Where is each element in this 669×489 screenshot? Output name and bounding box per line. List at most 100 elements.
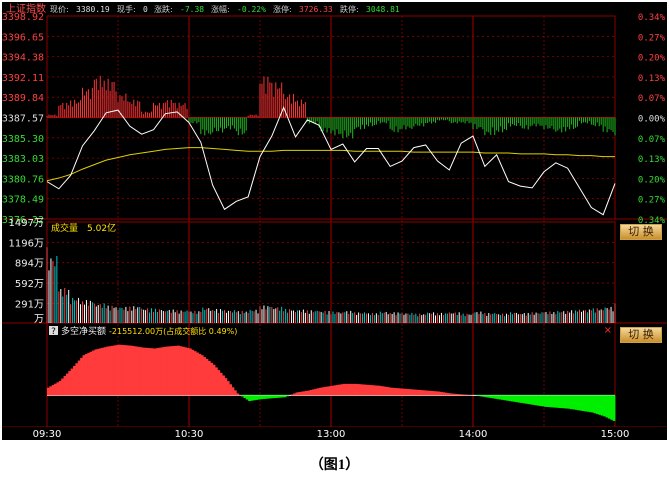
flow-bar	[312, 389, 315, 395]
volume-switch-button[interactable]: 切 换	[620, 224, 662, 240]
volume-y-tick-1: 1196万	[9, 238, 44, 249]
flow-bar	[85, 354, 88, 395]
flow-bar	[433, 391, 436, 395]
flow-bar	[513, 395, 516, 401]
flow-bar	[539, 395, 542, 406]
flow-bar	[111, 346, 114, 395]
flow-bar	[54, 384, 57, 396]
flow-bar	[520, 395, 523, 403]
flow-bar	[303, 391, 306, 395]
flow-bar	[338, 385, 341, 396]
header-value-0: 3380.19	[76, 5, 110, 14]
y-tick-left-2: 3394.38	[2, 53, 44, 64]
caption-left: （图	[310, 457, 338, 473]
flow-bar	[177, 346, 180, 396]
flow-bar	[269, 395, 272, 398]
flow-bar	[402, 389, 405, 396]
y-tick-left-7: 3383.03	[2, 154, 44, 165]
flow-bar	[187, 348, 190, 395]
flow-bar	[220, 373, 223, 396]
flow-bar	[272, 395, 275, 398]
flow-bar	[94, 349, 97, 395]
flow-bar	[490, 395, 493, 398]
flow-bar	[291, 394, 294, 395]
flow-bar	[265, 395, 268, 398]
flow-bar	[156, 348, 159, 395]
flow-bar	[184, 347, 187, 395]
x-tick-0: 09:30	[33, 429, 62, 440]
flow-bar	[376, 386, 379, 396]
flow-bar	[478, 395, 481, 396]
flow-bar	[456, 394, 459, 395]
flow-bar	[613, 395, 616, 421]
flow-bar	[267, 395, 270, 398]
flow-bar	[404, 389, 407, 395]
flow-bar	[563, 395, 566, 408]
flow-bar	[570, 395, 573, 409]
flow-bar	[317, 388, 320, 395]
y-tick-right-2: 0.20%	[638, 54, 666, 64]
flow-bar	[400, 388, 403, 395]
header-label-5: 跌停:	[340, 4, 359, 14]
flow-bar	[56, 382, 59, 395]
flow-bar	[284, 395, 287, 397]
header-label-1: 现手:	[117, 4, 136, 14]
flow-bar	[120, 345, 123, 395]
flow-bar	[61, 379, 64, 396]
flow-bar	[322, 387, 325, 395]
flow-bar	[388, 387, 391, 395]
flow-bar	[189, 349, 192, 396]
flow-bar	[383, 387, 386, 396]
flow-bar	[310, 390, 313, 395]
flow-bar	[305, 391, 308, 395]
flow-bar	[565, 395, 568, 408]
y-tick-right-0: 0.34%	[638, 13, 666, 23]
flow-value: -215512.00万(占成交额比 0.49%)	[109, 326, 237, 336]
flow-bar	[274, 395, 277, 398]
flow-bar	[130, 346, 133, 396]
flow-bar	[116, 345, 119, 395]
flow-bar	[558, 395, 561, 408]
y-tick-left-3: 3392.11	[2, 73, 44, 84]
flow-badge: ?	[51, 327, 56, 337]
flow-bar	[165, 347, 168, 396]
flow-bar	[509, 395, 512, 401]
flow-bar	[345, 384, 348, 395]
flow-bar	[395, 388, 398, 395]
flow-bar	[92, 351, 95, 396]
flow-bar	[511, 395, 514, 401]
volume-title: 成交量	[51, 222, 78, 234]
flow-bar	[75, 363, 78, 395]
volume-y-tick-3: 592万	[15, 279, 44, 290]
flow-bar	[331, 386, 334, 396]
flow-bar	[385, 387, 388, 395]
flow-bar	[168, 346, 171, 395]
flow-bar	[170, 346, 173, 395]
flow-bar	[277, 395, 280, 397]
flow-bar	[172, 346, 175, 395]
flow-bar	[580, 395, 583, 410]
flow-bar	[419, 390, 422, 395]
flow-bar	[551, 395, 554, 407]
flow-bar	[359, 384, 362, 395]
flow-bar	[549, 395, 552, 407]
header-value-4: 3726.33	[299, 5, 333, 14]
flow-switch-button[interactable]: 切 换	[620, 327, 662, 343]
flow-bar	[118, 345, 121, 396]
flow-bar	[591, 395, 594, 412]
flow-bar	[587, 395, 590, 411]
flow-bar	[232, 387, 235, 395]
flow-bar	[253, 395, 256, 400]
flow-bar	[608, 395, 611, 418]
flow-bar	[601, 395, 604, 415]
flow-bar	[246, 395, 249, 399]
flow-bar	[357, 384, 360, 395]
flow-bar	[409, 389, 412, 395]
flow-bar	[397, 388, 400, 395]
flow-close-icon: ×	[604, 325, 612, 336]
flow-bar	[340, 384, 343, 395]
flow-bar	[544, 395, 547, 406]
flow-bar	[542, 395, 545, 406]
flow-bar	[101, 348, 104, 396]
flow-bar	[73, 366, 76, 395]
